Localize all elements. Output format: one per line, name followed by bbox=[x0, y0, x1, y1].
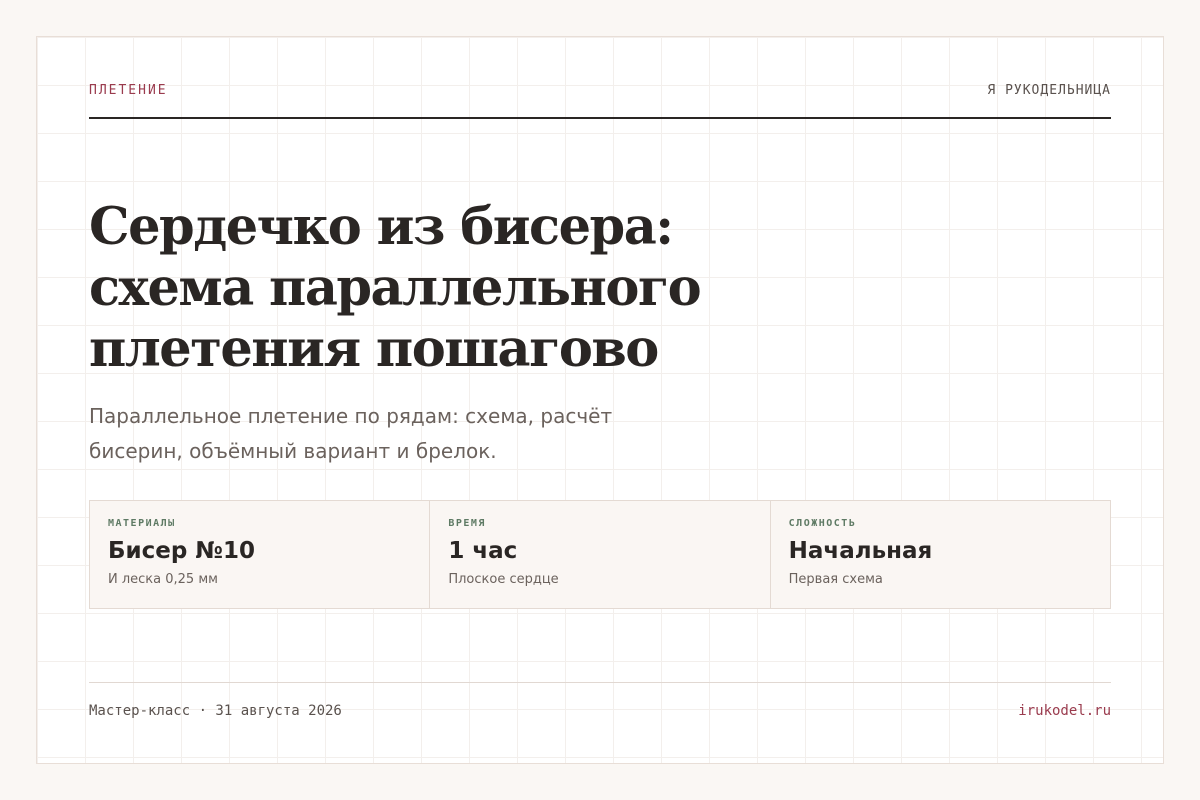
stats-panel: МАТЕРИАЛЫ Бисер №10 И леска 0,25 мм ВРЕМ… bbox=[89, 500, 1111, 609]
stat-difficulty: СЛОЖНОСТЬ Начальная Первая схема bbox=[771, 501, 1110, 608]
title-line: плетения пошагово bbox=[89, 319, 659, 379]
stat-value: Бисер №10 bbox=[108, 538, 256, 564]
stat-note: Плоское сердце bbox=[448, 572, 559, 587]
stat-note: И леска 0,25 мм bbox=[108, 572, 218, 587]
title-line: Сердечко из бисера: bbox=[89, 197, 674, 257]
stat-value: 1 час bbox=[448, 538, 518, 564]
article-card: ПЛЕТЕНИЕ Я РУКОДЕЛЬНИЦА Сердечко из бисе… bbox=[36, 36, 1164, 764]
page-subtitle: Параллельное плетение по рядам: схема, р… bbox=[89, 399, 689, 469]
page-title: Сердечко из бисера: схема параллельного … bbox=[89, 197, 789, 380]
subtitle-line: Параллельное плетение по рядам: схема, р… bbox=[89, 404, 613, 428]
stat-label: СЛОЖНОСТЬ bbox=[788, 518, 857, 529]
stat-note: Первая схема bbox=[788, 572, 883, 587]
top-bar: ПЛЕТЕНИЕ Я РУКОДЕЛЬНИЦА bbox=[89, 83, 1111, 119]
stat-label: МАТЕРИАЛЫ bbox=[108, 518, 176, 529]
category-label[interactable]: ПЛЕТЕНИЕ bbox=[89, 83, 168, 98]
stat-time: ВРЕМЯ 1 час Плоское сердце bbox=[430, 501, 771, 608]
footer-meta: Мастер-класс · 31 августа 2026 bbox=[89, 703, 342, 719]
stat-label: ВРЕМЯ bbox=[448, 518, 486, 529]
stat-value: Начальная bbox=[788, 538, 933, 564]
footer-domain-link[interactable]: irukodel.ru bbox=[1018, 703, 1111, 719]
subtitle-line: бисерин, объёмный вариант и брелок. bbox=[89, 439, 497, 463]
stat-materials: МАТЕРИАЛЫ Бисер №10 И леска 0,25 мм bbox=[90, 501, 431, 608]
footer-divider bbox=[89, 682, 1111, 683]
title-line: схема параллельного bbox=[89, 258, 702, 318]
site-name[interactable]: Я РУКОДЕЛЬНИЦА bbox=[987, 83, 1111, 98]
